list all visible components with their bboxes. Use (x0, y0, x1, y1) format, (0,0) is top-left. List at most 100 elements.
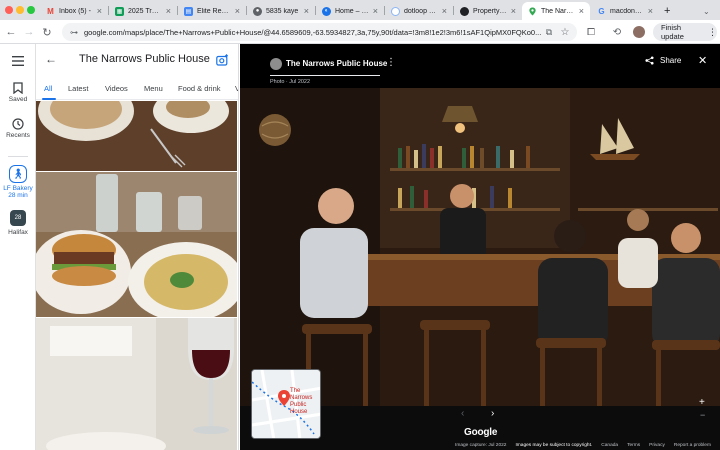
viewer-more-icon[interactable]: ⋮ (386, 57, 396, 68)
url-bar[interactable]: ⊶ google.com/maps/place/The+Narrows+Publ… (62, 23, 577, 41)
copyright-note: Images may be subject to copyright. (515, 443, 593, 448)
previous-photo-button[interactable]: ‹ (461, 408, 464, 419)
active-tab-indicator (42, 98, 56, 100)
extensions-icon[interactable]: ⧠ (583, 24, 599, 40)
tab-label: macdonald (610, 7, 644, 15)
browser-tab[interactable]: ▤ Elite Realty × (178, 2, 246, 20)
photo-thumbnail[interactable] (36, 101, 237, 171)
install-app-icon[interactable]: ⧉ (541, 24, 557, 40)
bookmark-star-icon[interactable]: ☆ (557, 24, 573, 40)
tab-close-icon[interactable]: × (166, 6, 171, 16)
footer-link-report[interactable]: Report a problem (674, 443, 711, 448)
url-text: google.com/maps/place/The+Narrows+Public… (84, 27, 542, 37)
finish-update-button[interactable]: Finish update ⋮ (653, 23, 717, 41)
mini-map[interactable]: The Narrows Public House (251, 369, 321, 439)
recent-place-sublabel: 28 min (8, 192, 28, 199)
share-button[interactable]: Share (645, 56, 681, 65)
close-viewer-button[interactable]: ✕ (698, 54, 707, 67)
browser-tab[interactable]: M Inbox (5) - × (40, 2, 108, 20)
browser-tab[interactable]: ● 5835 kaye × (247, 2, 315, 20)
profile-avatar[interactable] (631, 24, 647, 40)
maps-side-rail: Saved Recents 🚶︎ LF Bakery 28 min 28 Hal… (0, 44, 36, 450)
recents-button[interactable]: Recents (0, 118, 36, 139)
tab-label: 5835 kaye (266, 7, 299, 15)
recent-place-halifax[interactable]: 28 Halifax (0, 210, 36, 236)
close-window-button[interactable] (5, 6, 13, 14)
zoom-window-button[interactable] (27, 6, 35, 14)
plus-icon: + (664, 5, 671, 17)
tab-close-icon[interactable]: × (442, 6, 447, 16)
zoom-out-button[interactable]: − (700, 410, 705, 420)
photos-panel: ← The Narrows Public House All Latest Vi… (36, 44, 239, 450)
site-info-icon[interactable]: ⊶ (70, 28, 78, 37)
gmail-icon: M (47, 6, 54, 16)
saved-button[interactable]: Saved (0, 82, 36, 103)
browser-tab-strip: M Inbox (5) - × ▦ 2025 Tracki × ▤ Elite … (0, 0, 720, 20)
viewer-footer: Image capture: Jul 2022 Images may be su… (455, 443, 711, 448)
web-icon: ● (253, 6, 262, 16)
share-icon (645, 56, 654, 65)
camera-plus-icon (216, 54, 228, 66)
browser-tab-active[interactable]: The Narrow × (522, 2, 590, 20)
browser-tab[interactable]: G macdonald × (591, 2, 659, 20)
footer-link-canada[interactable]: Canada (601, 443, 618, 448)
recent-place-lf-bakery[interactable]: 🚶︎ LF Bakery 28 min (0, 165, 36, 199)
place-avatar[interactable] (270, 58, 282, 70)
minimize-window-button[interactable] (16, 6, 24, 14)
dotloop-icon (391, 6, 400, 16)
tab-label: Property Fe (473, 7, 507, 15)
sheets-icon: ▦ (115, 6, 124, 16)
viewer-place-name[interactable]: The Narrows Public House (286, 59, 387, 68)
tab-close-icon[interactable]: × (579, 6, 584, 16)
photo-viewer: The Narrows Public House ⋮ Photo · Jul 2… (240, 44, 720, 450)
hamburger-icon (12, 56, 24, 66)
forward-button[interactable]: → (21, 24, 37, 40)
add-photo-button[interactable] (216, 53, 229, 71)
mini-map-place-label: The Narrows Public House (290, 388, 313, 415)
tab-close-icon[interactable]: × (373, 6, 378, 16)
github-icon (460, 6, 469, 16)
walking-directions-icon: 🚶︎ (9, 165, 27, 183)
tab-label: 2025 Tracki (128, 7, 162, 15)
back-button[interactable]: ← (3, 24, 19, 40)
maps-pin-icon (528, 6, 537, 16)
place-thumbnail: 28 (10, 210, 26, 226)
tab-close-icon[interactable]: × (511, 6, 516, 16)
tab-videos[interactable]: Videos (105, 84, 128, 93)
tab-close-icon[interactable]: × (97, 6, 102, 16)
photo-thumbnail[interactable] (36, 172, 237, 317)
tab-close-icon[interactable]: × (304, 6, 309, 16)
tab-label: The Narrow (541, 7, 575, 15)
history-icon[interactable]: ⟲ (609, 24, 625, 40)
history-clock-icon (12, 118, 24, 130)
tab-latest[interactable]: Latest (68, 84, 88, 93)
tab-close-icon[interactable]: × (648, 6, 653, 16)
browser-tab[interactable]: Property Fe × (454, 2, 522, 20)
photo-thumbnail[interactable] (36, 318, 237, 450)
tab-all[interactable]: All (44, 84, 52, 93)
zoom-in-button[interactable]: + (699, 397, 705, 408)
image-capture-date: Image capture: Jul 2022 (455, 443, 507, 448)
footer-link-terms[interactable]: Terms (627, 443, 640, 448)
browser-tab[interactable]: ◐ Home – Can × (316, 2, 384, 20)
bookmark-icon (13, 82, 23, 94)
reload-button[interactable]: ↻ (39, 24, 55, 40)
doc-icon: ▤ (184, 6, 193, 16)
google-icon: G (598, 6, 605, 16)
next-photo-button[interactable]: › (491, 408, 494, 419)
browser-tab[interactable]: dotloop – p × (385, 2, 453, 20)
more-menu-icon: ⋮ (708, 26, 717, 37)
tab-food-drink[interactable]: Food & drink (178, 84, 221, 93)
browser-tab[interactable]: ▦ 2025 Tracki × (109, 2, 177, 20)
new-tab-button[interactable]: + (661, 2, 677, 20)
back-arrow-button[interactable]: ← (45, 52, 57, 66)
tab-more[interactable]: V (235, 84, 238, 93)
address-toolbar: ← → ↻ ⊶ google.com/maps/place/The+Narrow… (0, 20, 720, 44)
footer-link-privacy[interactable]: Privacy (649, 443, 665, 448)
menu-button[interactable] (0, 56, 36, 66)
tab-close-icon[interactable]: × (235, 6, 240, 16)
tab-search-button[interactable]: ⌄ (700, 2, 716, 20)
tab-menu[interactable]: Menu (144, 84, 163, 93)
panel-title: The Narrows Public House (79, 53, 210, 65)
tab-label: Elite Realty (197, 7, 231, 15)
